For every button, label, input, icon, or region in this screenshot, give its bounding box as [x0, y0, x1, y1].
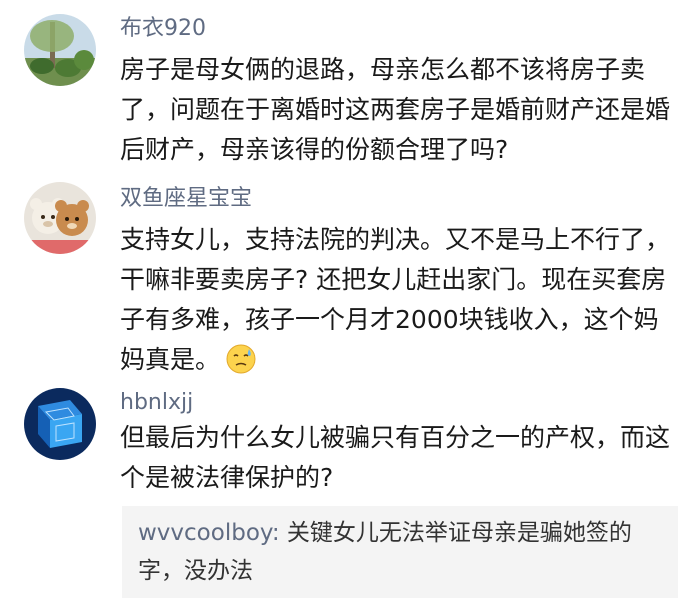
- comment-line-last: 妈真是。: [120, 340, 680, 380]
- comment-item: 双鱼座星宝宝 支持女儿，支持法院的判决。又不是马上不行了， 干嘛非要卖房子? 还…: [0, 170, 700, 376]
- comment-text: 支持女儿，支持法院的判决。又不是马上不行了， 干嘛非要卖房子? 还把女儿赶出家门…: [120, 220, 680, 380]
- avatar[interactable]: [24, 14, 96, 86]
- username[interactable]: 双鱼座星宝宝: [120, 184, 252, 214]
- comment-text: 但最后为什么女儿被骗只有百分之一的产权，而这 个是被法律保护的?: [120, 418, 680, 498]
- username[interactable]: 布衣920: [120, 14, 206, 44]
- blue-cube-avatar: [24, 388, 96, 460]
- comment-line: 子有多难，孩子一个月才2000块钱收入，这个妈: [120, 305, 659, 334]
- comment-line: 个是被法律保护的?: [120, 463, 334, 492]
- reply-text: wvvcoolboy: 关键女儿无法举证母亲是骗她签的 字，没办法: [138, 514, 632, 590]
- avatar[interactable]: [24, 182, 96, 254]
- reply-author[interactable]: wvvcoolboy:: [138, 520, 280, 546]
- reply-content: 关键女儿无法举证母亲是骗她签的: [279, 520, 632, 546]
- username[interactable]: hbnlxjj: [120, 388, 193, 418]
- comment-line: 房子是母女俩的退路，母亲怎么都不该将房子卖: [120, 55, 646, 84]
- avatar[interactable]: [24, 388, 96, 460]
- reply-line: 字，没办法: [138, 558, 253, 584]
- comment-item: 布衣920 房子是母女俩的退路，母亲怎么都不该将房子卖 了，问题在于离婚时这两套…: [0, 0, 700, 170]
- comment-line: 支持女儿，支持法院的判决。又不是马上不行了，: [120, 225, 671, 254]
- comment-line-text: 妈真是。: [120, 345, 221, 374]
- comment-line: 后财产，母亲该得的份额合理了吗?: [120, 135, 509, 164]
- comment-text: 房子是母女俩的退路，母亲怎么都不该将房子卖 了，问题在于离婚时这两套房子是婚前财…: [120, 50, 680, 170]
- reply-box[interactable]: wvvcoolboy: 关键女儿无法举证母亲是骗她签的 字，没办法: [122, 506, 678, 598]
- landscape-tree-avatar: [24, 14, 96, 86]
- comment-line: 但最后为什么女儿被骗只有百分之一的产权，而这: [120, 423, 671, 452]
- comment-line: 了，问题在于离婚时这两套房子是婚前财产还是婚: [120, 95, 671, 124]
- sweat-emoji-icon: [226, 344, 256, 374]
- teddy-bears-avatar: [24, 182, 96, 254]
- reply-line: wvvcoolboy: 关键女儿无法举证母亲是骗她签的: [138, 514, 632, 552]
- comment-line: 干嘛非要卖房子? 还把女儿赶出家门。现在买套房: [120, 265, 667, 294]
